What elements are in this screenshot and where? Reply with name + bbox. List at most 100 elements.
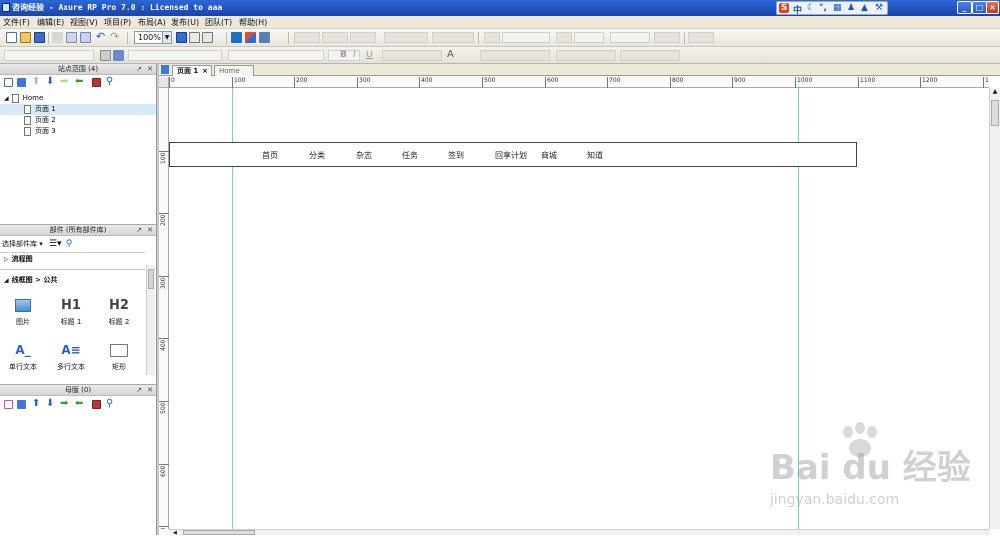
- nav-item-magazine[interactable]: 杂志: [356, 150, 372, 161]
- nav-item-task[interactable]: 任务: [402, 150, 418, 161]
- widget-text-field[interactable]: A_ 单行文本: [3, 338, 43, 372]
- paste-icon[interactable]: [80, 32, 91, 43]
- nav-item-share-plan[interactable]: 回享计划: [495, 150, 527, 161]
- nav-item-home[interactable]: 首页: [262, 150, 278, 161]
- underline-icon[interactable]: U: [366, 50, 377, 61]
- canvas-vertical-scrollbar[interactable]: ▲: [989, 88, 1000, 529]
- close-icon[interactable]: ✕: [147, 64, 153, 74]
- user-icon[interactable]: ♟: [847, 3, 855, 13]
- close-icon[interactable]: ✕: [147, 225, 153, 235]
- font-weight-select[interactable]: [228, 50, 324, 61]
- menu-help[interactable]: 帮助(H): [239, 17, 267, 28]
- widget-paragraph[interactable]: A≡ 多行文本: [51, 338, 91, 372]
- copy-icon[interactable]: [66, 32, 77, 43]
- tree-page-1[interactable]: 页面 1: [0, 104, 156, 115]
- skin-icon[interactable]: ▲: [861, 3, 868, 13]
- widgets-scrollbar[interactable]: [146, 265, 155, 375]
- zoom-select[interactable]: 100% ▼: [134, 31, 172, 44]
- collapse-icon[interactable]: ◢: [4, 95, 9, 102]
- close-button[interactable]: ×: [986, 1, 999, 14]
- italic-icon[interactable]: I: [353, 50, 364, 61]
- menu-project[interactable]: 项目(P): [104, 17, 131, 28]
- bold-icon[interactable]: B: [340, 50, 351, 61]
- search-icon[interactable]: ⚲: [106, 77, 115, 87]
- font-color-icon[interactable]: A: [447, 50, 458, 61]
- preview-icon[interactable]: [231, 32, 242, 43]
- menu-publish[interactable]: 发布(U): [171, 17, 199, 28]
- delete-icon[interactable]: [92, 78, 101, 87]
- moon-icon[interactable]: ☾: [807, 3, 815, 13]
- redo-icon[interactable]: ↷: [110, 31, 121, 43]
- nav-item-zhidao[interactable]: 知道: [587, 150, 603, 161]
- publish-icon[interactable]: [259, 32, 270, 43]
- add-folder-icon[interactable]: [17, 78, 26, 87]
- indent-icon[interactable]: ➡: [60, 77, 69, 87]
- outdent-icon[interactable]: ⬅: [75, 399, 84, 409]
- menu-team[interactable]: 团队(T): [205, 17, 232, 28]
- share-icon[interactable]: [245, 32, 256, 43]
- tree-page-3[interactable]: 页面 3: [24, 126, 56, 137]
- pin-icon[interactable]: ↗: [136, 64, 142, 74]
- scroll-thumb[interactable]: [991, 100, 999, 126]
- select-intersect-icon[interactable]: [176, 32, 187, 43]
- search-icon[interactable]: ⚲: [66, 239, 73, 249]
- indent-icon[interactable]: ➡: [60, 399, 69, 409]
- menu-file[interactable]: 文件(F): [3, 17, 30, 28]
- select-contain-icon[interactable]: [189, 32, 200, 43]
- minimize-button[interactable]: _: [957, 1, 972, 14]
- outdent-icon[interactable]: ⬅: [75, 77, 84, 87]
- nav-item-mall[interactable]: 商城: [541, 150, 557, 161]
- tab-home[interactable]: Home: [214, 65, 254, 76]
- widget-h2[interactable]: H2 标题 2: [99, 293, 139, 327]
- close-icon[interactable]: ×: [202, 66, 208, 76]
- add-master-icon[interactable]: [4, 400, 13, 409]
- close-icon[interactable]: ✕: [147, 385, 153, 395]
- tree-page-2[interactable]: 页面 2: [24, 115, 56, 126]
- menu-icon[interactable]: ☰▾: [49, 239, 62, 249]
- nav-bar-widget[interactable]: 首页 分类 杂志 任务 签到 回享计划 商城 知道: [169, 142, 857, 167]
- cut-icon[interactable]: [52, 32, 63, 43]
- undo-icon[interactable]: ↶: [96, 31, 107, 43]
- ime-logo[interactable]: S: [779, 3, 790, 13]
- scroll-thumb[interactable]: [183, 530, 255, 535]
- pin-icon[interactable]: ↗: [136, 225, 142, 235]
- delete-icon[interactable]: [92, 400, 101, 409]
- expand-icon[interactable]: ▷: [4, 256, 9, 263]
- search-icon[interactable]: ⚲: [106, 399, 115, 409]
- move-up-icon[interactable]: ⬆: [32, 399, 41, 409]
- connector-icon[interactable]: [202, 32, 213, 43]
- font-family-select[interactable]: [128, 50, 222, 61]
- collapse-icon[interactable]: ◢: [4, 277, 9, 284]
- group-wireframe[interactable]: ◢ 线框图 > 公共: [4, 275, 57, 286]
- tab-list-icon[interactable]: [161, 65, 169, 74]
- save-icon[interactable]: [34, 32, 45, 43]
- move-up-icon[interactable]: ⬆: [32, 77, 41, 87]
- add-page-icon[interactable]: [4, 78, 13, 87]
- library-select[interactable]: 选择部件库 ▾ ☰▾ ⚲: [2, 239, 72, 249]
- nav-item-category[interactable]: 分类: [309, 150, 325, 161]
- scroll-up-icon[interactable]: ▲: [991, 88, 999, 96]
- menu-view[interactable]: 视图(V): [70, 17, 98, 28]
- nav-item-checkin[interactable]: 签到: [448, 150, 464, 161]
- format-painter-icon[interactable]: [100, 50, 111, 61]
- widget-image[interactable]: 图片: [3, 293, 43, 327]
- pin-icon[interactable]: ↗: [136, 385, 142, 395]
- tab-page-1[interactable]: 页面 1 ×: [172, 65, 212, 76]
- move-down-icon[interactable]: ⬇: [46, 399, 55, 409]
- widget-h1[interactable]: H1 标题 1: [51, 293, 91, 327]
- punct-icon[interactable]: °,: [819, 3, 827, 13]
- menu-layout[interactable]: 布局(A): [138, 17, 166, 28]
- ime-toolbar[interactable]: S 中 ☾ °, ▦ ♟ ▲ ⚒: [776, 1, 888, 16]
- group-flowchart[interactable]: ▷ 流程图: [4, 254, 33, 265]
- add-folder-icon[interactable]: [17, 400, 26, 409]
- new-file-icon[interactable]: [6, 32, 17, 43]
- widget-rectangle[interactable]: 矩形: [99, 338, 139, 372]
- tree-root[interactable]: ◢ Home: [4, 93, 43, 104]
- move-down-icon[interactable]: ⬇: [46, 77, 55, 87]
- maximize-button[interactable]: □: [972, 1, 987, 14]
- keyboard-icon[interactable]: ▦: [833, 3, 842, 13]
- open-folder-icon[interactable]: [20, 32, 31, 43]
- wrench-icon[interactable]: ⚒: [875, 3, 883, 13]
- canvas-horizontal-scrollbar[interactable]: ◀: [169, 529, 989, 536]
- scroll-left-icon[interactable]: ◀: [173, 530, 179, 536]
